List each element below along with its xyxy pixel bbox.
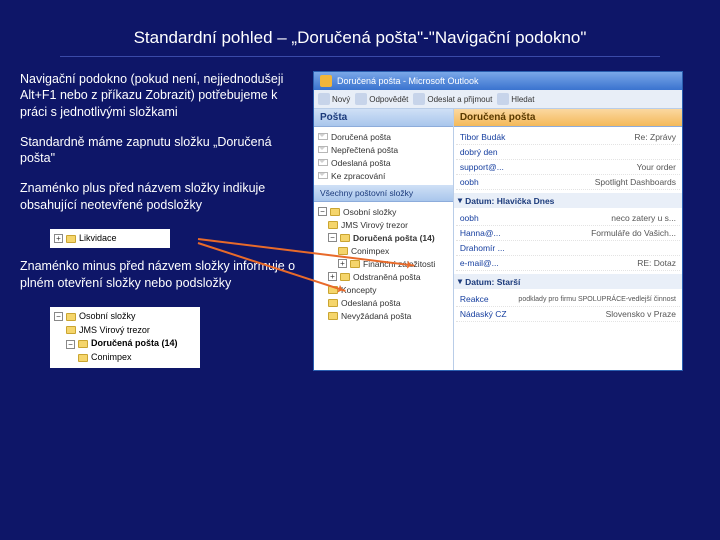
plus-icon: + (328, 272, 337, 281)
message-row[interactable]: e-mail@...RE: Dotaz (456, 256, 680, 271)
folder-icon (340, 234, 350, 242)
plus-icon: + (54, 234, 63, 243)
message-row[interactable]: Nádaský CZSlovensko v Praze (456, 307, 680, 322)
inset-plus-example: + Likvidace (50, 229, 170, 249)
inset-sub2-label: Doručená pošta (14) (91, 338, 178, 350)
folder-icon (78, 354, 88, 362)
toolbar-new-button[interactable]: Nový (318, 93, 350, 105)
content-row: Navigační podokno (pokud není, nejjednod… (0, 57, 720, 378)
folder-icon (330, 208, 340, 216)
message-row[interactable]: Hanna@...Formuláře do Vašich... (456, 226, 680, 241)
message-row[interactable]: Drahomír ... (456, 241, 680, 256)
window-title: Doručená pošta - Microsoft Outlook (337, 76, 479, 86)
mail-icon (318, 172, 328, 179)
paragraph-plus-sign: Znaménko plus před názvem složky indikuj… (20, 180, 305, 213)
tree-root[interactable]: −Osobní složky (316, 205, 451, 218)
collapse-icon: ▾ (458, 195, 462, 206)
slide-title: Standardní pohled – „Doručená pošta"-"Na… (0, 0, 720, 54)
collapse-icon: ▾ (458, 276, 462, 287)
inset-sub3-label: Conimpex (91, 352, 132, 364)
paragraph-default-folder: Standardně máme zapnutu složku „Doručená… (20, 134, 305, 167)
toolbar-sendreceive-button[interactable]: Odeslat a přijmout (413, 93, 492, 105)
message-row[interactable]: oobhneco zatery u s... (456, 211, 680, 226)
group-header-older[interactable]: ▾Datum: Starší (454, 274, 682, 289)
inset-folder-label: Likvidace (79, 233, 117, 245)
message-list: Reakcepodklady pro firmu SPOLUPRÁCE-vedl… (454, 289, 682, 325)
inset-minus-example: − Osobní složky JMS Virový trezor − Doru… (50, 307, 200, 368)
new-icon (318, 93, 330, 105)
message-row[interactable]: dobrý den (456, 145, 680, 160)
folder-icon (338, 247, 348, 255)
sendreceive-icon (413, 93, 425, 105)
inset-sub1-label: JMS Virový trezor (79, 325, 150, 337)
group-header-today[interactable]: ▾Datum: Hlavička Dnes (454, 193, 682, 208)
paragraph-nav-pane: Navigační podokno (pokud není, nejjednod… (20, 71, 305, 120)
minus-icon: − (54, 312, 63, 321)
message-list: Tibor BudákRe: Zprávy dobrý den support@… (454, 127, 682, 193)
favorite-folders: Doručená pošta Nepřečtená pošta Odeslaná… (314, 127, 453, 185)
minus-icon: − (318, 207, 327, 216)
outlook-toolbar: Nový Odpovědět Odeslat a přijmout Hledat (314, 90, 682, 109)
tree-item-inbox[interactable]: −Doručená pošta (14) (326, 231, 451, 244)
folder-icon (66, 313, 76, 321)
minus-icon: − (328, 233, 337, 242)
fav-item-followup[interactable]: Ke zpracování (316, 169, 451, 182)
reply-icon (355, 93, 367, 105)
message-row[interactable]: Reakcepodklady pro firmu SPOLUPRÁCE-vedl… (456, 292, 680, 307)
fav-item-inbox[interactable]: Doručená pošta (316, 130, 451, 143)
toolbar-search-button[interactable]: Hledat (497, 93, 534, 105)
all-folders-header: Všechny poštovní složky (314, 185, 453, 202)
mail-icon (318, 159, 328, 166)
fav-item-sent[interactable]: Odeslaná pošta (316, 156, 451, 169)
message-row[interactable]: oobhSpotlight Dashboards (456, 175, 680, 190)
fav-item-unread[interactable]: Nepřečtená pošta (316, 143, 451, 156)
folder-tree: −Osobní složky JMS Virový trezor −Doruče… (314, 202, 453, 325)
inset-root-label: Osobní složky (79, 311, 136, 323)
minus-icon: − (66, 340, 75, 349)
navigation-pane: Pošta Doručená pošta Nepřečtená pošta Od… (314, 109, 454, 370)
tree-item[interactable]: Conimpex (336, 244, 451, 257)
inbox-header: Doručená pošta (454, 109, 682, 127)
toolbar-reply-button[interactable]: Odpovědět (355, 93, 408, 105)
tree-item[interactable]: Nevyžádaná pošta (326, 309, 451, 322)
tree-item[interactable]: +Odstraněná pošta (326, 270, 451, 283)
outlook-window: Doručená pošta - Microsoft Outlook Nový … (313, 71, 683, 371)
folder-icon (328, 312, 338, 320)
message-list: oobhneco zatery u s... Hanna@...Formulář… (454, 208, 682, 274)
right-column: Doručená pošta - Microsoft Outlook Nový … (313, 71, 710, 378)
folder-icon (350, 260, 360, 268)
tree-item[interactable]: JMS Virový trezor (326, 218, 451, 231)
message-pane: Doručená pošta Tibor BudákRe: Zprávy dob… (454, 109, 682, 370)
folder-icon (66, 235, 76, 243)
folder-icon (340, 273, 350, 281)
outlook-app-icon (320, 75, 332, 87)
folder-icon (328, 221, 338, 229)
message-row[interactable]: support@...Your order (456, 160, 680, 175)
message-row[interactable]: Tibor BudákRe: Zprávy (456, 130, 680, 145)
folder-icon (66, 326, 76, 334)
mail-icon (318, 133, 328, 140)
mail-icon (318, 146, 328, 153)
folder-icon (328, 299, 338, 307)
outlook-titlebar: Doručená pošta - Microsoft Outlook (314, 72, 682, 90)
outlook-body: Pošta Doručená pošta Nepřečtená pošta Od… (314, 109, 682, 370)
nav-pane-header: Pošta (314, 109, 453, 127)
folder-icon (78, 340, 88, 348)
plus-icon: + (338, 259, 347, 268)
search-icon (497, 93, 509, 105)
tree-item[interactable]: Odeslaná pošta (326, 296, 451, 309)
left-column: Navigační podokno (pokud není, nejjednod… (20, 71, 305, 378)
